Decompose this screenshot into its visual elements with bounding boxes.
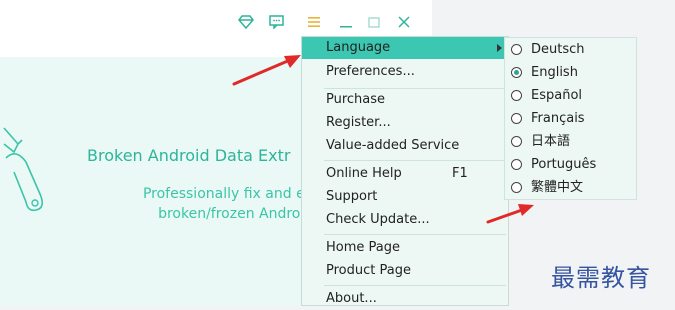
menu-item-product-page[interactable]: Product Page	[302, 260, 508, 282]
maximize-icon[interactable]	[366, 14, 382, 30]
menu-item-label: Support	[326, 189, 378, 204]
menu-separator	[324, 234, 506, 235]
menu-item-value-added-service[interactable]: Value-added Service	[302, 135, 508, 157]
menu-item-home-page[interactable]: Home Page	[302, 237, 508, 259]
menu-item-online-help[interactable]: Online Help F1	[302, 163, 508, 185]
menu-separator	[324, 285, 506, 286]
radio-button[interactable]	[511, 113, 522, 124]
language-label: 繁體中文	[531, 180, 584, 195]
feedback-icon[interactable]	[268, 14, 284, 30]
language-label: 日本語	[531, 134, 571, 149]
radio-button[interactable]	[511, 159, 522, 170]
close-icon[interactable]	[396, 14, 412, 30]
menu-item-label: About...	[326, 291, 377, 306]
menu-separator	[324, 160, 506, 161]
menu-item-register[interactable]: Register...	[302, 112, 508, 134]
radio-button-selected[interactable]	[511, 67, 522, 78]
language-submenu: Deutsch English Español Français 日本語 Por…	[504, 37, 637, 200]
language-option-japanese[interactable]: 日本語	[505, 131, 636, 153]
menu-item-label: Language	[326, 40, 391, 55]
language-option-english[interactable]: English	[505, 62, 636, 84]
submenu-arrow-icon	[497, 44, 502, 52]
menu-item-label: Product Page	[326, 263, 411, 278]
menu-item-label: Check Update...	[326, 212, 430, 227]
language-label: English	[531, 65, 578, 80]
menu-item-about[interactable]: About...	[302, 288, 508, 310]
diamond-icon[interactable]	[238, 14, 254, 30]
menu-item-label: Preferences...	[326, 64, 415, 79]
menu-item-label: Purchase	[326, 92, 386, 107]
radio-button[interactable]	[511, 90, 522, 101]
language-option-traditional-chinese[interactable]: 繁體中文	[505, 177, 636, 199]
language-label: Português	[531, 157, 597, 172]
radio-button[interactable]	[511, 182, 522, 193]
menu-item-preferences[interactable]: Preferences...	[302, 61, 508, 83]
wrench-gear-icon	[0, 118, 50, 222]
language-label: Español	[531, 88, 583, 103]
language-option-portugues[interactable]: Português	[505, 154, 636, 176]
menu-item-support[interactable]: Support	[302, 186, 508, 208]
annotation-arrow-icon	[232, 55, 301, 86]
menu-item-label: Register...	[326, 115, 391, 130]
language-option-francais[interactable]: Français	[505, 108, 636, 130]
menu-item-language[interactable]: Language	[302, 37, 508, 59]
menu-icon[interactable]	[306, 14, 322, 30]
language-label: Deutsch	[531, 42, 585, 57]
menu-item-label: Home Page	[326, 240, 400, 255]
annotation-arrow-icon	[486, 204, 534, 224]
main-menu-dropdown: Language Preferences... Purchase Registe…	[301, 36, 509, 306]
menu-item-shortcut: F1	[452, 166, 468, 181]
radio-button[interactable]	[511, 136, 522, 147]
menu-item-purchase[interactable]: Purchase	[302, 89, 508, 111]
language-option-espanol[interactable]: Español	[505, 85, 636, 107]
watermark-text: 最需教育	[551, 264, 651, 292]
menu-item-label: Value-added Service	[326, 138, 460, 153]
minimize-icon[interactable]	[338, 14, 354, 30]
radio-button[interactable]	[511, 44, 522, 55]
language-label: Français	[531, 111, 585, 126]
language-option-deutsch[interactable]: Deutsch	[505, 39, 636, 61]
menu-item-label: Online Help	[326, 166, 402, 181]
menu-item-check-update[interactable]: Check Update...	[302, 209, 508, 231]
